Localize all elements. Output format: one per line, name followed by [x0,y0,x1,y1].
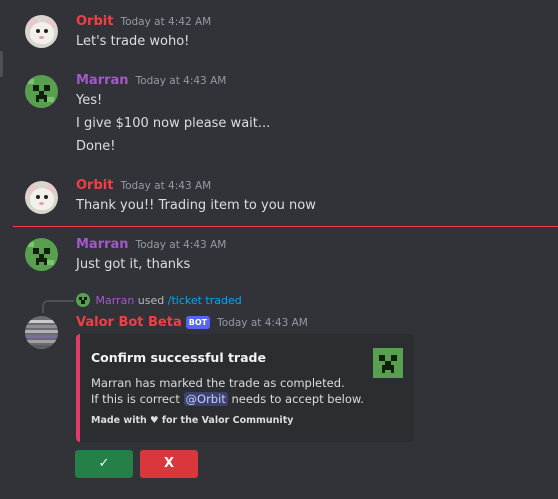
embed-description: Marran has marked the trade as completed… [91,375,364,407]
reply-connector [42,300,74,313]
author-name[interactable]: Marran Today at 4:43 AM [76,237,226,253]
reply-username[interactable]: Marran [96,294,135,307]
mention-orbit[interactable]: @Orbit [183,392,228,406]
embed-desc-text: needs to accept below. [231,392,364,406]
avatar-marran[interactable] [25,238,58,271]
author-name[interactable]: Orbit Today at 4:43 AM [76,178,211,194]
avatar-orbit[interactable] [25,15,58,48]
message-text: Let's trade woho! [76,34,190,49]
message-text: I give $100 now please wait... [76,116,271,131]
message-text: Yes! [76,93,103,108]
author-name[interactable]: Valor Bot Beta BOT Today at 4:43 AM [76,315,308,331]
timestamp: Today at 4:43 AM [135,239,227,251]
embed-footer: Made with ♥ for the Valor Community [91,415,294,426]
trade-confirm-embed: Confirm successful trade Marran has mark… [76,334,414,442]
avatar-marran-small[interactable] [76,293,90,307]
avatar-marran[interactable] [25,75,58,108]
confirm-button[interactable]: ✓ [75,450,133,478]
message-text: Thank you!! Trading item to you now [76,198,316,213]
bot-tag: BOT [185,316,211,329]
reply-used-text: used [137,294,165,307]
message-text: Done! [76,139,116,154]
embed-desc-text: If this is correct [91,392,180,406]
timestamp: Today at 4:43 AM [120,180,212,192]
embed-desc-line1: Marran has marked the trade as completed… [91,376,345,390]
author-name[interactable]: Marran Today at 4:43 AM [76,73,226,89]
command-reply-header[interactable]: Marran used /ticket traded [76,293,242,308]
embed-thumbnail-creeper[interactable] [373,348,403,378]
author-name[interactable]: Orbit Today at 4:42 AM [76,14,211,30]
timestamp: Today at 4:43 AM [217,317,308,329]
timestamp: Today at 4:42 AM [120,16,212,28]
scrollbar-thumb[interactable] [0,51,3,77]
message-text: Just got it, thanks [76,257,191,272]
avatar-valor-bot[interactable] [25,316,58,349]
avatar-orbit[interactable] [25,181,58,214]
slash-command-link[interactable]: /ticket traded [168,294,242,307]
timestamp: Today at 4:43 AM [135,75,227,87]
embed-title: Confirm successful trade [91,350,266,365]
deny-button[interactable]: X [140,450,198,478]
new-messages-divider [13,226,558,227]
embed-desc-line2: If this is correct @Orbit needs to accep… [91,391,364,407]
